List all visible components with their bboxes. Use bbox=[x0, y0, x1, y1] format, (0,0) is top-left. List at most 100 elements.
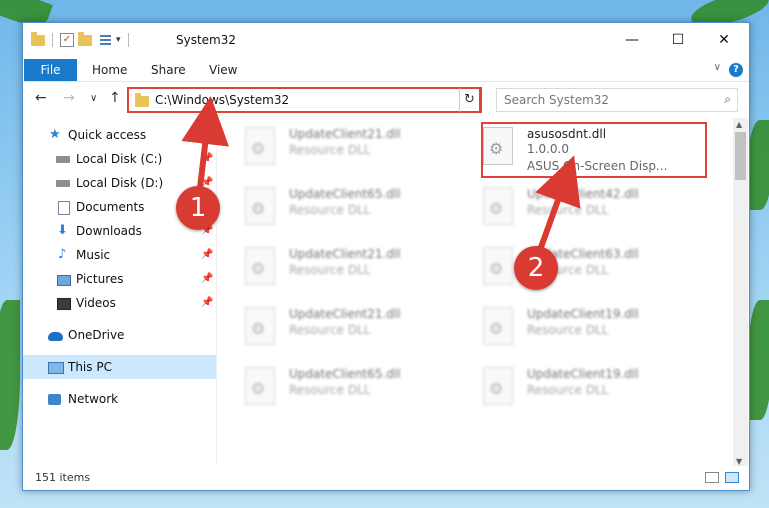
up-button[interactable]: ↑ bbox=[109, 90, 121, 106]
sidebar-item-label: Videos bbox=[76, 296, 116, 310]
sidebar-item-label: Music bbox=[76, 248, 111, 262]
title-bar: ✓ ▾ System32 — ☐ ✕ bbox=[23, 23, 749, 59]
large-icons-view-icon[interactable] bbox=[725, 472, 739, 483]
star-icon: ★ bbox=[49, 127, 61, 142]
sidebar-item-label: OneDrive bbox=[68, 328, 125, 342]
file-type: Resource DLL bbox=[289, 143, 371, 157]
address-bar[interactable]: C:\Windows\System32 ∨ bbox=[127, 87, 482, 113]
dll-file-icon bbox=[245, 247, 275, 285]
pin-icon[interactable]: 📌 bbox=[201, 267, 213, 291]
step-marker-1: 1 bbox=[176, 186, 220, 230]
sidebar-item-videos[interactable]: Videos 📌 bbox=[23, 291, 216, 315]
folder-icon bbox=[31, 31, 45, 46]
file-name: UpdateClient65.dll bbox=[289, 367, 401, 381]
details-view-icon[interactable] bbox=[705, 472, 719, 483]
file-list: UpdateClient21.dll Resource DLL UpdateCl… bbox=[223, 118, 733, 463]
refresh-button[interactable]: ↻ bbox=[459, 87, 481, 113]
file-type: Resource DLL bbox=[527, 323, 609, 337]
background-leaf bbox=[748, 300, 769, 420]
navigation-pane: ★ Quick access Local Disk (C:) 📌 Local D… bbox=[23, 118, 216, 458]
file-type: Resource DLL bbox=[527, 383, 609, 397]
recent-locations-button[interactable]: ∨ bbox=[90, 93, 97, 104]
file-name: UpdateClient65.dll bbox=[289, 187, 401, 201]
document-icon bbox=[58, 201, 70, 215]
dll-file-icon bbox=[483, 307, 513, 345]
file-type: Resource DLL bbox=[289, 263, 371, 277]
list-item[interactable]: UpdateClient65.dll Resource DLL bbox=[223, 181, 443, 233]
search-input[interactable]: Search System32 ⌕ bbox=[496, 88, 738, 112]
window-title: System32 bbox=[176, 33, 237, 47]
this-pc-icon bbox=[48, 362, 64, 374]
step-marker-2: 2 bbox=[514, 246, 558, 290]
forward-button[interactable]: → bbox=[63, 90, 75, 106]
file-type: Resource DLL bbox=[289, 383, 371, 397]
file-name: UpdateClient19.dll bbox=[527, 307, 639, 321]
scrollbar-thumb[interactable] bbox=[735, 132, 746, 180]
highlight-box bbox=[481, 122, 707, 178]
sidebar-item-network[interactable]: Network bbox=[23, 387, 216, 411]
file-name: UpdateClient21.dll bbox=[289, 127, 401, 141]
item-count: 151 items bbox=[35, 471, 91, 484]
pin-icon[interactable]: 📌 bbox=[201, 147, 213, 171]
tab-share[interactable]: Share bbox=[151, 59, 186, 81]
dll-file-icon bbox=[483, 247, 513, 285]
scroll-down-icon[interactable]: ▼ bbox=[736, 457, 742, 466]
tab-file[interactable]: File bbox=[24, 59, 77, 81]
sidebar-item-label: Network bbox=[68, 392, 119, 406]
expand-ribbon-icon[interactable]: ∨ bbox=[714, 62, 721, 73]
sidebar-item-music[interactable]: ♪ Music 📌 bbox=[23, 243, 216, 267]
properties-check-icon[interactable]: ✓ bbox=[60, 33, 74, 47]
disk-icon bbox=[56, 180, 70, 187]
download-icon: ⬇ bbox=[57, 223, 68, 238]
pane-divider bbox=[216, 118, 217, 463]
dll-file-icon bbox=[245, 127, 275, 165]
ribbon-tabs: File Home Share View ∨ ? bbox=[23, 59, 749, 82]
status-bar: 151 items bbox=[23, 466, 749, 490]
sidebar-item-this-pc[interactable]: This PC bbox=[23, 355, 216, 379]
toolbar-dropdown-icon[interactable]: ▾ bbox=[116, 35, 121, 45]
sidebar-item-onedrive[interactable]: OneDrive bbox=[23, 323, 216, 347]
new-folder-icon[interactable] bbox=[78, 31, 92, 46]
list-item[interactable]: UpdateClient21.dll Resource DLL bbox=[223, 121, 443, 173]
maximize-button[interactable]: ☐ bbox=[655, 27, 701, 53]
file-type: Resource DLL bbox=[527, 203, 609, 217]
sidebar-item-local-disk-c[interactable]: Local Disk (C:) 📌 bbox=[23, 147, 216, 171]
list-item[interactable]: UpdateClient65.dll Resource DLL bbox=[223, 361, 443, 413]
scroll-up-icon[interactable]: ▲ bbox=[736, 120, 742, 129]
list-item[interactable]: UpdateClient42.dll Resource DLL bbox=[461, 181, 681, 233]
dll-file-icon bbox=[245, 367, 275, 405]
tab-home[interactable]: Home bbox=[92, 59, 127, 81]
pin-icon[interactable]: 📌 bbox=[201, 291, 213, 315]
help-icon[interactable]: ? bbox=[729, 63, 743, 77]
sidebar-item-label: Quick access bbox=[68, 128, 147, 142]
pin-icon[interactable]: 📌 bbox=[201, 243, 213, 267]
navigation-bar: ← → ∨ ↑ C:\Windows\System32 ∨ ↻ Search S… bbox=[23, 82, 749, 116]
back-button[interactable]: ← bbox=[35, 90, 47, 106]
minimize-button[interactable]: — bbox=[609, 27, 655, 53]
videos-icon bbox=[57, 298, 71, 310]
file-name: UpdateClient21.dll bbox=[289, 247, 401, 261]
disk-icon bbox=[56, 156, 70, 163]
search-placeholder: Search System32 bbox=[504, 93, 610, 107]
list-item[interactable]: UpdateClient19.dll Resource DLL bbox=[461, 301, 681, 353]
sidebar-item-quick-access[interactable]: ★ Quick access bbox=[23, 123, 216, 147]
list-item[interactable]: UpdateClient21.dll Resource DLL bbox=[223, 241, 443, 293]
dll-file-icon bbox=[483, 367, 513, 405]
customize-icon[interactable] bbox=[96, 34, 112, 46]
list-item[interactable]: UpdateClient19.dll Resource DLL bbox=[461, 361, 681, 413]
quick-access-toolbar: ✓ ▾ bbox=[31, 31, 132, 47]
pictures-icon bbox=[57, 275, 71, 286]
sidebar-item-pictures[interactable]: Pictures 📌 bbox=[23, 267, 216, 291]
vertical-scrollbar[interactable]: ▲ ▼ bbox=[733, 118, 748, 468]
music-icon: ♪ bbox=[58, 247, 67, 262]
list-item[interactable]: UpdateClient63.dll Resource DLL bbox=[461, 241, 681, 293]
list-item[interactable]: UpdateClient21.dll Resource DLL bbox=[223, 301, 443, 353]
background-leaf bbox=[0, 300, 20, 450]
search-icon[interactable]: ⌕ bbox=[724, 92, 731, 107]
close-button[interactable]: ✕ bbox=[701, 27, 747, 53]
dll-file-icon bbox=[483, 187, 513, 225]
address-path[interactable]: C:\Windows\System32 bbox=[155, 93, 289, 107]
tab-view[interactable]: View bbox=[209, 59, 237, 81]
file-name: UpdateClient19.dll bbox=[527, 367, 639, 381]
background-leaf bbox=[748, 120, 769, 210]
